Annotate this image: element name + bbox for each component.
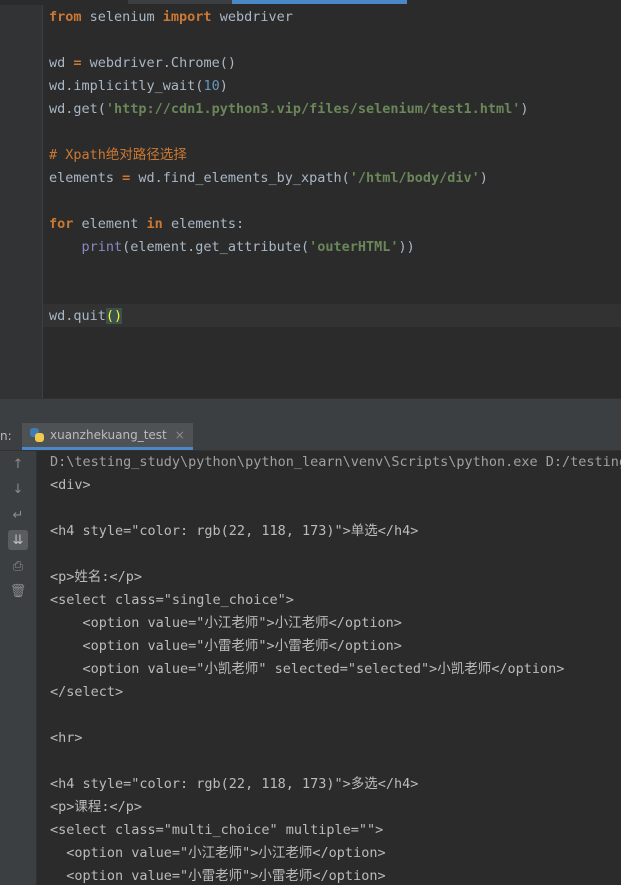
console-line: <select class="single_choice"> — [50, 592, 294, 608]
console-line: D:\testing_study\python\python_learn\ven… — [50, 454, 621, 470]
code-line[interactable]: wd.quit() — [49, 305, 123, 328]
code-token: = — [73, 55, 82, 71]
console-line: <option value="小江老师">小江老师</option> — [50, 615, 402, 631]
code-token: webdriver.Chrome() — [81, 55, 236, 71]
code-line[interactable]: wd.implicitly_wait(10) — [49, 75, 228, 98]
line-gutter — [0, 5, 43, 398]
up-arrow-icon[interactable]: ↑ — [8, 454, 28, 474]
current-line-highlight — [43, 304, 621, 327]
code-token: webdriver — [211, 9, 293, 25]
code-token: '/html/body/div' — [349, 170, 480, 186]
down-arrow-icon[interactable]: ↓ — [8, 479, 28, 499]
code-token: )) — [398, 239, 415, 255]
console-line: <p>课程:</p> — [50, 799, 143, 815]
console-line: <select class="multi_choice" multiple=""… — [50, 822, 384, 838]
code-line[interactable]: elements = wd.find_elements_by_xpath('/h… — [49, 167, 488, 190]
code-line[interactable]: wd.get('http://cdn1.python3.vip/files/se… — [49, 98, 529, 121]
console-line: <div> — [50, 477, 91, 493]
code-token: # Xpath绝对路径选择 — [49, 147, 187, 163]
console-line: <option value="小雷老师">小雷老师</option> — [50, 868, 386, 884]
code-token: elements: — [162, 216, 245, 232]
editor-tab-active[interactable] — [232, 0, 407, 4]
run-tool-bar: n: xuanzhekuang_test × — [0, 423, 621, 451]
console-line: <hr> — [50, 730, 83, 746]
code-token: selenium — [81, 9, 163, 25]
print-icon[interactable]: ⎙ — [8, 556, 28, 576]
code-token: 'http://cdn1.python3.vip/files/selenium/… — [105, 101, 521, 117]
console-output[interactable]: D:\testing_study\python\python_learn\ven… — [44, 451, 621, 885]
editor-tab-inactive[interactable] — [128, 0, 232, 4]
console-line: <h4 style="color: rgb(22, 118, 173)">单选<… — [50, 523, 419, 539]
code-editor[interactable]: from selenium import webdriver wd = webdr… — [0, 0, 621, 398]
soft-wrap-icon[interactable]: ↵ — [8, 505, 28, 525]
code-line[interactable]: from selenium import webdriver — [49, 6, 293, 29]
code-token: wd.get( — [49, 101, 106, 117]
close-icon[interactable]: × — [175, 428, 185, 442]
console-line: <option value="小雷老师">小雷老师</option> — [50, 638, 402, 654]
code-token: element — [73, 216, 147, 232]
code-line[interactable]: # Xpath绝对路径选择 — [49, 144, 187, 167]
panel-separator[interactable] — [0, 398, 621, 424]
code-line[interactable]: print(element.get_attribute('outerHTML')… — [49, 236, 415, 259]
code-token: wd.find_elements_by_xpath( — [130, 170, 350, 186]
run-console[interactable]: ↑ ↓ ↵ ⇊ ⎙ 🗑 D:\testing_study\python\pyth… — [0, 451, 621, 885]
code-token: for — [49, 216, 74, 232]
code-token: (element.get_attribute( — [122, 239, 310, 255]
code-token: wd — [49, 55, 74, 71]
code-token: print — [81, 239, 123, 255]
code-token: wd.quit — [49, 308, 106, 324]
run-tab[interactable]: xuanzhekuang_test × — [22, 423, 193, 450]
code-token: from — [49, 9, 82, 25]
code-token: wd.implicitly_wait( — [49, 78, 204, 94]
run-tab-label: xuanzhekuang_test — [50, 428, 167, 442]
console-line: <option value="小凯老师" selected="selected"… — [50, 661, 565, 677]
code-token: () — [105, 308, 123, 324]
scroll-to-end-icon[interactable]: ⇊ — [8, 530, 28, 550]
code-token: in — [146, 216, 163, 232]
code-token: import — [162, 9, 212, 25]
console-line: </select> — [50, 684, 124, 700]
code-token: elements — [49, 170, 123, 186]
trash-icon[interactable]: 🗑 — [8, 581, 28, 601]
code-token: 10 — [203, 78, 220, 94]
code-token: ) — [520, 101, 529, 117]
code-token: ) — [219, 78, 228, 94]
console-line: <option value="小江老师">小江老师</option> — [50, 845, 386, 861]
run-label: n: — [0, 429, 12, 443]
code-line[interactable]: wd = webdriver.Chrome() — [49, 52, 236, 75]
console-toolbar: ↑ ↓ ↵ ⇊ ⎙ 🗑 — [0, 451, 37, 885]
code-line[interactable]: for element in elements: — [49, 213, 244, 236]
code-token: 'outerHTML' — [309, 239, 399, 255]
code-token: ) — [479, 170, 488, 186]
python-icon — [30, 428, 44, 442]
code-area[interactable]: from selenium import webdriver wd = webdr… — [43, 5, 621, 398]
console-line: <h4 style="color: rgb(22, 118, 173)">多选<… — [50, 776, 419, 792]
console-line: <p>姓名:</p> — [50, 569, 143, 585]
